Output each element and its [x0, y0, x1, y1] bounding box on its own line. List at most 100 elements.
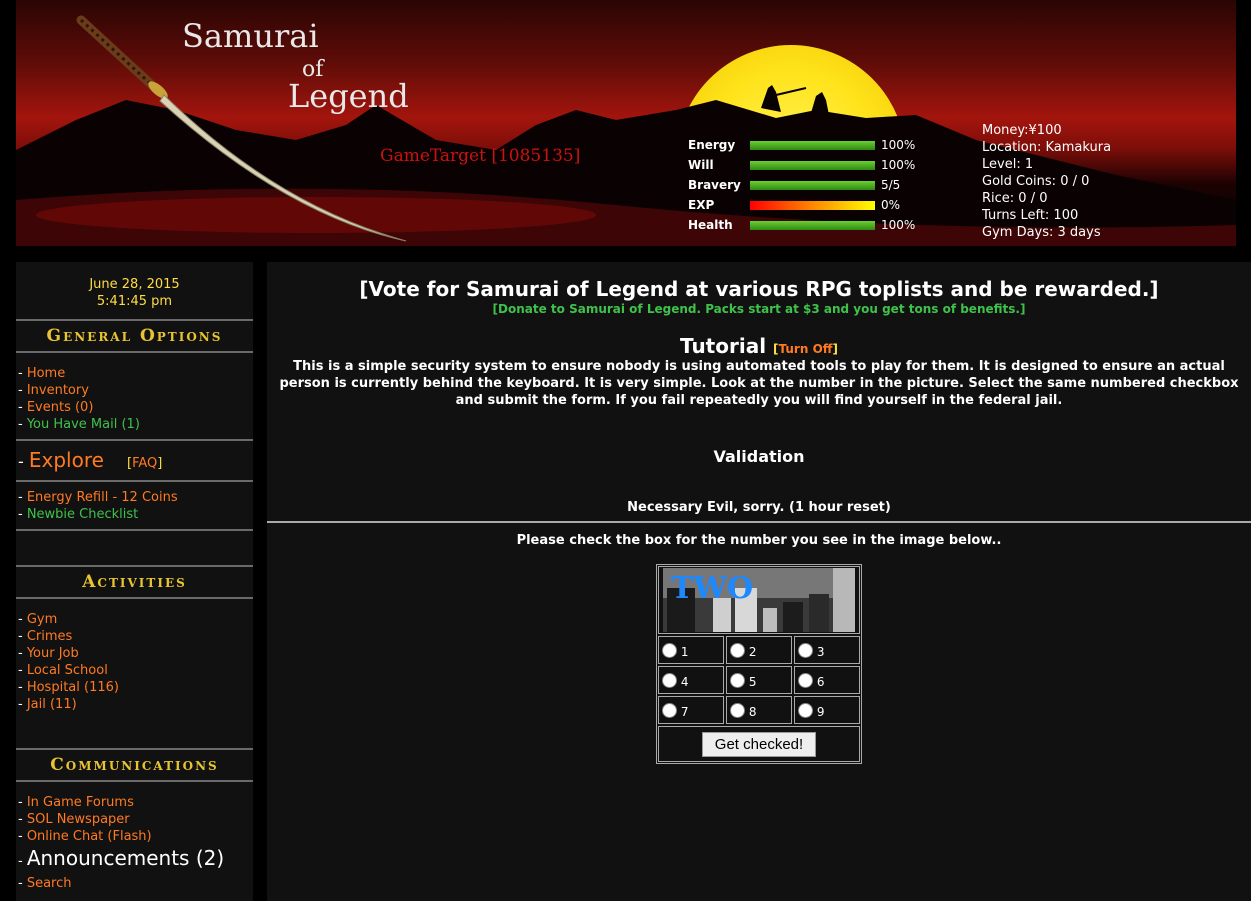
money: Money:¥100	[982, 123, 1062, 138]
nav-chat[interactable]: - Online Chat (Flash)	[18, 828, 253, 845]
stat-label: Bravery	[688, 178, 741, 192]
date: June 28, 2015	[89, 277, 180, 292]
nav-announcements-link[interactable]: Announcements (2)	[27, 846, 224, 870]
nav-crimes-link[interactable]: Crimes	[27, 629, 72, 644]
nav-gym[interactable]: - Gym	[18, 611, 253, 628]
get-checked-button[interactable]: Get checked!	[701, 731, 817, 757]
activities-list: - Gym - Crimes - Your Job - Local School…	[16, 611, 253, 713]
option-1[interactable]: 1	[658, 636, 724, 664]
turn-off-link[interactable]: Turn Off	[779, 342, 833, 356]
player-info: Money:¥100 Location: Kamakura Level: 1 G…	[982, 122, 1111, 241]
gym-days: Gym Days: 3 days	[982, 225, 1101, 240]
validation-note: Necessary Evil, sorry. (1 hour reset)	[627, 500, 891, 515]
radio-8[interactable]	[730, 703, 745, 718]
stat-bravery: Bravery 5/5	[688, 175, 915, 195]
bravery-bar	[750, 180, 875, 190]
rice: Rice: 0 / 0	[982, 191, 1048, 206]
option-7[interactable]: 7	[658, 696, 724, 724]
radio-1[interactable]	[662, 643, 677, 658]
nav-hospital[interactable]: - Hospital (116)	[18, 679, 253, 696]
exp-bar	[750, 200, 875, 210]
nav-energy-refill-link[interactable]: Energy Refill - 12 Coins	[27, 490, 178, 505]
nav-faq-link[interactable]: FAQ	[132, 456, 157, 471]
nav-events[interactable]: - Events (0)	[18, 399, 253, 416]
nav-announcements[interactable]: - Announcements (2)	[18, 845, 253, 875]
tutorial-description: This is a simple security system to ensu…	[279, 359, 1239, 408]
donate-link[interactable]: [Donate to Samurai of Legend. Packs star…	[267, 302, 1251, 316]
option-8[interactable]: 8	[726, 696, 792, 724]
nav-home-link[interactable]: Home	[27, 366, 65, 381]
nav-newspaper-link[interactable]: SOL Newspaper	[27, 812, 130, 827]
stat-value: 0%	[881, 198, 901, 212]
sidebar: June 28, 2015 5:41:45 pm General Options…	[16, 262, 253, 901]
stat-value: 100%	[881, 218, 916, 232]
nav-job[interactable]: - Your Job	[18, 645, 253, 662]
logo-line1: Samurai	[182, 17, 319, 55]
option-5[interactable]: 5	[726, 666, 792, 694]
game-logo: Samurai of Legend	[182, 17, 409, 115]
radio-2[interactable]	[730, 643, 745, 658]
health-bar	[750, 220, 875, 230]
tutorial-title: Tutorial	[680, 334, 767, 358]
stat-label: Will	[688, 158, 714, 172]
nav-newbie-checklist-link[interactable]: Newbie Checklist	[27, 507, 138, 522]
nav-search-link[interactable]: Search	[27, 876, 72, 891]
nav-inventory[interactable]: - Inventory	[18, 382, 253, 399]
nav-jail-link[interactable]: Jail (11)	[27, 697, 77, 712]
option-6[interactable]: 6	[794, 666, 860, 694]
captcha-form: TWO 1 2 3 4 5 6 7 8 9 Get checked!	[656, 564, 862, 764]
captcha-options: 1 2 3 4 5 6 7 8 9	[658, 636, 860, 724]
radio-9[interactable]	[798, 703, 813, 718]
nav-jail[interactable]: - Jail (11)	[18, 696, 253, 713]
nav-job-link[interactable]: Your Job	[27, 646, 79, 661]
option-2[interactable]: 2	[726, 636, 792, 664]
server-datetime: June 28, 2015 5:41:45 pm	[16, 276, 253, 310]
nav-school[interactable]: - Local School	[18, 662, 253, 679]
nav-forums[interactable]: - In Game Forums	[18, 794, 253, 811]
stat-label: EXP	[688, 198, 715, 212]
validation-heading: Validation	[713, 447, 805, 466]
stat-label: Health	[688, 218, 733, 232]
radio-6[interactable]	[798, 673, 813, 688]
main-content: [Vote for Samurai of Legend at various R…	[267, 262, 1251, 901]
vote-link[interactable]: [Vote for Samurai of Legend at various R…	[267, 277, 1251, 301]
divider	[16, 529, 253, 531]
will-bar	[750, 160, 875, 170]
nav-explore-link[interactable]: Explore	[29, 448, 104, 472]
nav-gym-link[interactable]: Gym	[27, 612, 57, 627]
general-options-heading: General Options	[16, 319, 253, 353]
nav-energy-refill[interactable]: - Energy Refill - 12 Coins	[18, 489, 253, 506]
nav-inventory-link[interactable]: Inventory	[27, 383, 89, 398]
nav-search[interactable]: - Search	[18, 875, 253, 892]
nav-school-link[interactable]: Local School	[27, 663, 108, 678]
submit-cell: Get checked!	[658, 726, 860, 762]
nav-hospital-link[interactable]: Hospital (116)	[27, 680, 119, 695]
nav-newbie-checklist[interactable]: - Newbie Checklist	[18, 506, 253, 523]
captcha-instruction: Please check the box for the number you …	[516, 533, 1002, 548]
nav-forums-link[interactable]: In Game Forums	[27, 795, 134, 810]
header-banner: Samurai of Legend GameTarget [1085135] E…	[16, 0, 1236, 246]
nav-home[interactable]: - Home	[18, 365, 253, 382]
option-3[interactable]: 3	[794, 636, 860, 664]
stat-value: 5/5	[881, 178, 901, 192]
energy-bar	[750, 140, 875, 150]
stat-will: Will 100%	[688, 155, 915, 175]
nav-mail-link[interactable]: You Have Mail (1)	[27, 417, 140, 432]
game-target-link[interactable]: GameTarget [1085135]	[380, 146, 580, 166]
option-4[interactable]: 4	[658, 666, 724, 694]
option-9[interactable]: 9	[794, 696, 860, 724]
radio-5[interactable]	[730, 673, 745, 688]
nav-newspaper[interactable]: - SOL Newspaper	[18, 811, 253, 828]
nav-mail[interactable]: - You Have Mail (1)	[18, 416, 253, 433]
radio-3[interactable]	[798, 643, 813, 658]
gold-coins: Gold Coins: 0 / 0	[982, 174, 1090, 189]
nav-events-link[interactable]: Events (0)	[27, 400, 94, 415]
nav-chat-link[interactable]: Online Chat (Flash)	[27, 829, 152, 844]
tutorial-heading: Tutorial [Turn Off]	[680, 334, 838, 358]
general-options-list: - Home - Inventory - Events (0) - You Ha…	[16, 365, 253, 433]
radio-7[interactable]	[662, 703, 677, 718]
stat-exp: EXP 0%	[688, 195, 915, 215]
radio-4[interactable]	[662, 673, 677, 688]
turns-left: Turns Left: 100	[982, 208, 1079, 223]
nav-crimes[interactable]: - Crimes	[18, 628, 253, 645]
